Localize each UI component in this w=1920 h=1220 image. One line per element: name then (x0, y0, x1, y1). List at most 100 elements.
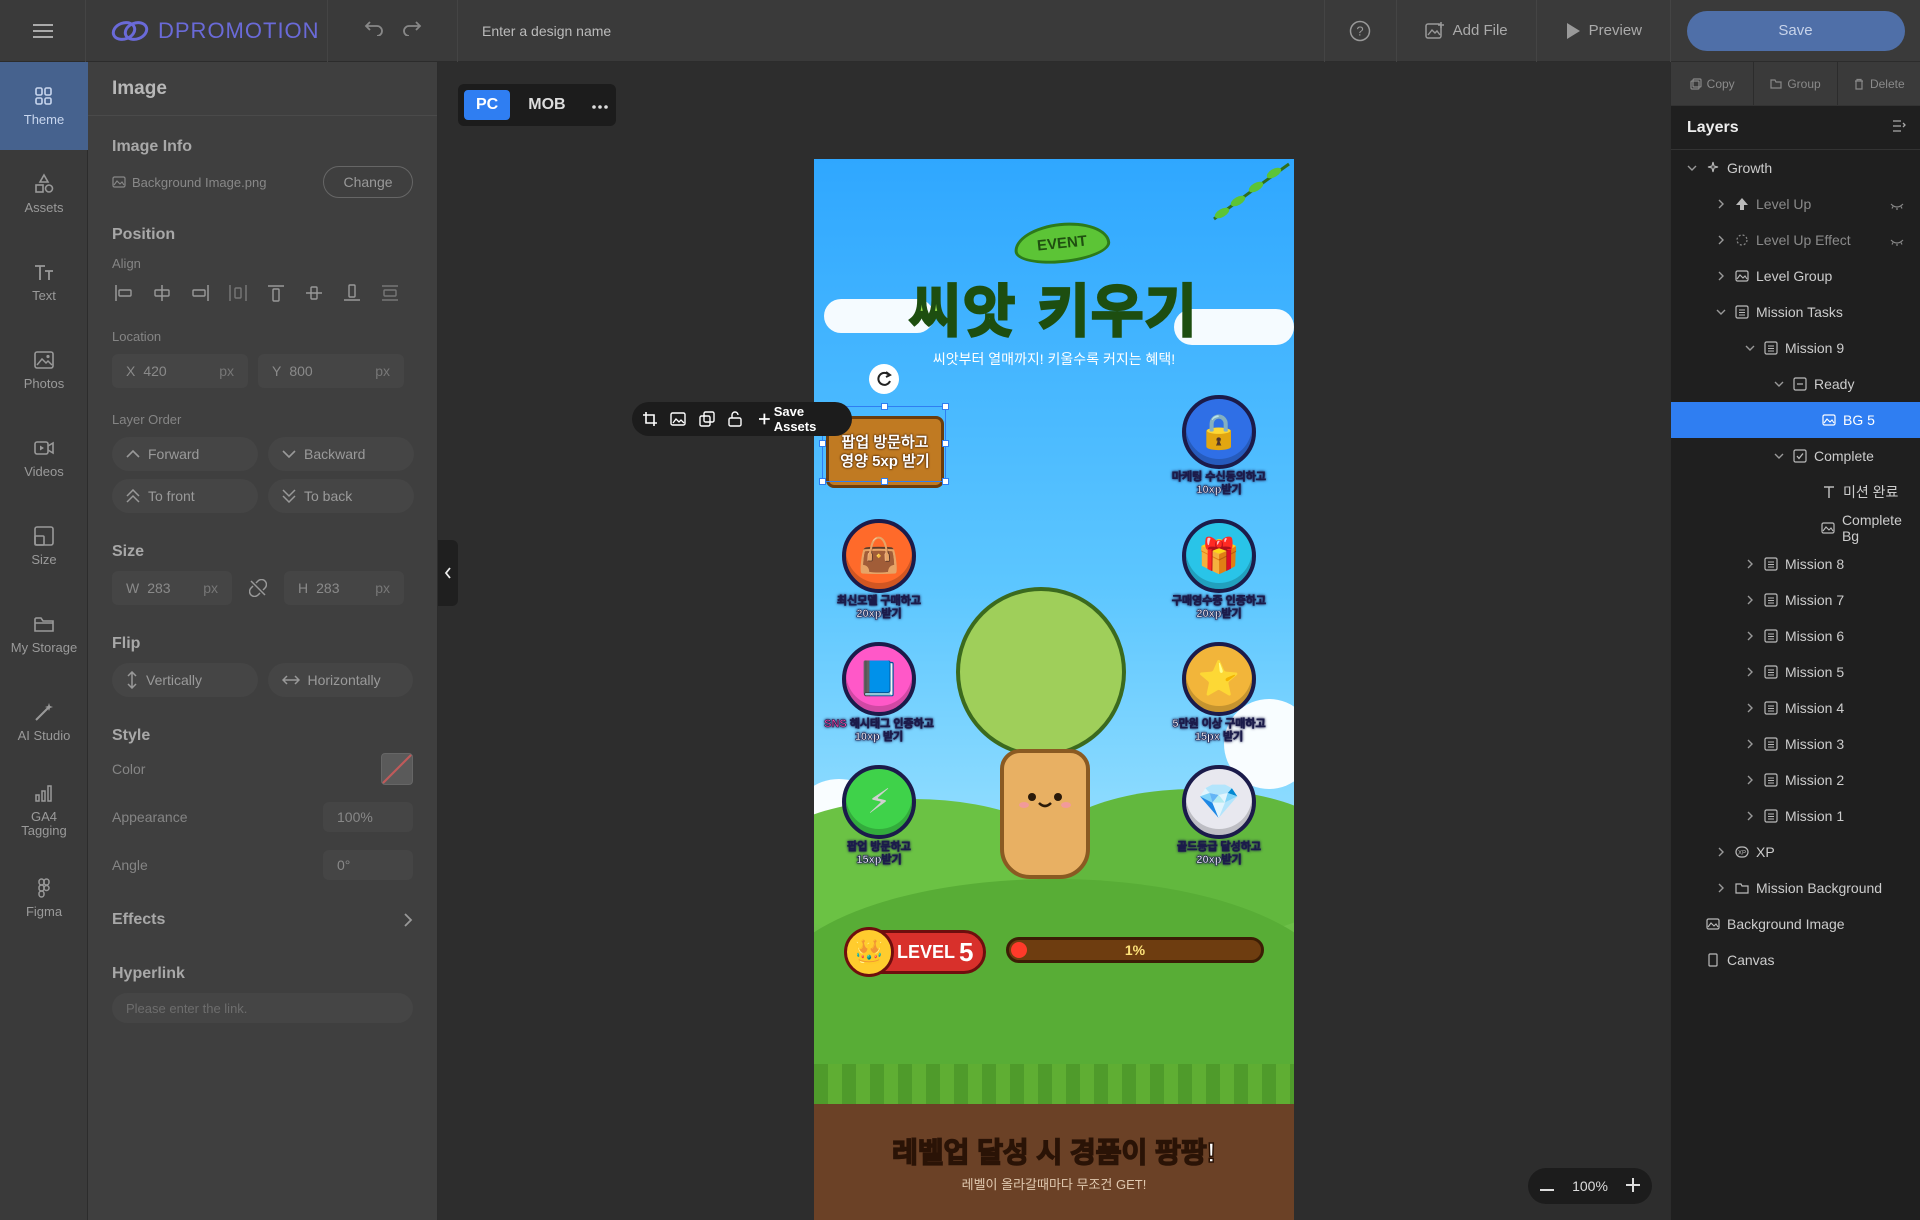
rail-item-videos[interactable]: Videos (0, 414, 88, 502)
layer-row[interactable]: Mission Tasks (1671, 294, 1920, 330)
chevron-down-icon[interactable] (1772, 381, 1786, 387)
delete-layer-button[interactable]: Delete (1838, 62, 1920, 105)
chevron-right-icon[interactable] (1743, 667, 1757, 677)
color-swatch[interactable] (381, 753, 413, 785)
angle-input[interactable]: 0° (323, 850, 413, 880)
layer-row[interactable]: Mission 1 (1671, 798, 1920, 834)
flip-horizontal-button[interactable]: Horizontally (267, 663, 413, 697)
resize-handle[interactable] (942, 403, 949, 410)
chevron-right-icon[interactable] (1743, 595, 1757, 605)
design-name-input[interactable] (482, 22, 882, 39)
resize-handle[interactable] (819, 478, 826, 485)
lock-ratio-button[interactable] (242, 579, 274, 597)
mission-item[interactable]: ⭐ 5만원 이상 구매하고 15px 받기 (1164, 642, 1274, 744)
layer-row[interactable]: Mission 7 (1671, 582, 1920, 618)
zoom-in-button[interactable] (1626, 1177, 1640, 1195)
mission-item[interactable]: 👜 최신모델 구매하고 20xp받기 (824, 519, 934, 621)
hidden-eye-icon[interactable] (1890, 197, 1904, 213)
collapse-all-button[interactable] (1892, 119, 1906, 137)
chevron-right-icon[interactable] (1743, 703, 1757, 713)
layer-row[interactable]: Level Group (1671, 258, 1920, 294)
x-field[interactable]: X 420 px (112, 354, 248, 388)
resize-handle[interactable] (942, 478, 949, 485)
replace-image-button[interactable] (670, 410, 687, 428)
hamburger-menu-button[interactable] (0, 0, 86, 62)
mission-item[interactable]: 💎 골드등급 달성하고 20xp받기 (1164, 765, 1274, 867)
layer-row[interactable]: Background Image (1671, 906, 1920, 942)
y-field[interactable]: Y 800 px (258, 354, 404, 388)
rail-item-assets[interactable]: Assets (0, 150, 88, 238)
layer-row[interactable]: Mission Background (1671, 870, 1920, 906)
rail-item-text[interactable]: Text (0, 238, 88, 326)
chevron-right-icon[interactable] (1714, 235, 1728, 245)
preview-button[interactable]: Preview (1535, 0, 1670, 62)
to-front-button[interactable]: To front (112, 479, 258, 513)
layer-row[interactable]: Complete (1671, 438, 1920, 474)
chevron-right-icon[interactable] (1714, 883, 1728, 893)
chevron-right-icon[interactable] (1743, 559, 1757, 569)
device-mob-button[interactable]: MOB (516, 90, 577, 120)
chevron-down-icon[interactable] (1685, 165, 1699, 171)
align-bottom-button[interactable] (340, 281, 364, 305)
align-center-h-button[interactable] (150, 281, 174, 305)
layer-row[interactable]: Mission 6 (1671, 618, 1920, 654)
add-file-button[interactable]: Add File (1395, 0, 1536, 62)
layer-row[interactable]: Mission 2 (1671, 762, 1920, 798)
unlock-button[interactable] (727, 410, 743, 428)
layer-row[interactable]: Growth (1671, 150, 1920, 186)
resize-handle[interactable] (881, 478, 888, 485)
layer-row[interactable]: Level Up (1671, 186, 1920, 222)
align-right-button[interactable] (188, 281, 212, 305)
rail-item-size[interactable]: Size (0, 502, 88, 590)
layer-row[interactable]: Ready (1671, 366, 1920, 402)
layer-row[interactable]: 미션 완료 (1671, 474, 1920, 510)
resize-handle[interactable] (881, 403, 888, 410)
chevron-right-icon[interactable] (1714, 847, 1728, 857)
chevron-right-icon[interactable] (1743, 631, 1757, 641)
distribute-v-button[interactable] (378, 281, 402, 305)
mission-item[interactable]: 📘 SNS 해시태그 인증하고 10xp 받기 (824, 642, 934, 744)
layer-row[interactable]: BG 5 (1671, 402, 1920, 438)
layer-row[interactable]: XP XP (1671, 834, 1920, 870)
rail-item-photos[interactable]: Photos (0, 326, 88, 414)
chevron-right-icon[interactable] (1743, 739, 1757, 749)
layer-row[interactable]: Mission 3 (1671, 726, 1920, 762)
layer-row[interactable]: Level Up Effect (1671, 222, 1920, 258)
hyperlink-input[interactable]: Please enter the link. (112, 993, 413, 1023)
resize-handle[interactable] (942, 440, 949, 447)
more-options-button[interactable] (591, 96, 608, 114)
align-top-button[interactable] (264, 281, 288, 305)
redo-button[interactable] (402, 20, 422, 41)
rail-item-theme[interactable]: Theme (0, 62, 88, 150)
change-image-button[interactable]: Change (323, 166, 413, 198)
rail-item-ai-studio[interactable]: AI Studio (0, 678, 88, 766)
chevron-down-icon[interactable] (1714, 309, 1728, 315)
duplicate-button[interactable] (698, 410, 715, 428)
help-button[interactable]: ? (1323, 0, 1396, 62)
crop-button[interactable] (642, 410, 658, 428)
rotate-handle[interactable] (869, 364, 899, 394)
save-assets-button[interactable]: Save Assets (758, 404, 842, 434)
chevron-down-icon[interactable] (1743, 345, 1757, 351)
chevron-right-icon[interactable] (1743, 775, 1757, 785)
mission-item[interactable]: 🔒 마케팅 수신동의하고 10xp받기 (1164, 395, 1274, 497)
layer-row[interactable]: Mission 8 (1671, 546, 1920, 582)
resize-handle[interactable] (819, 440, 826, 447)
effects-section[interactable]: Effects (88, 911, 437, 929)
rail-item-ga4-tagging[interactable]: GA4 Tagging (0, 766, 88, 854)
layer-row[interactable]: Mission 4 (1671, 690, 1920, 726)
hidden-eye-icon[interactable] (1890, 233, 1904, 249)
height-field[interactable]: H 283 px (284, 571, 404, 605)
zoom-out-button[interactable] (1540, 1178, 1554, 1194)
flip-vertical-button[interactable]: Vertically (112, 663, 258, 697)
device-pc-button[interactable]: PC (464, 90, 511, 120)
backward-button[interactable]: Backward (268, 437, 414, 471)
appearance-input[interactable]: 100% (323, 802, 413, 832)
align-left-button[interactable] (112, 281, 136, 305)
layer-row[interactable]: Canvas (1671, 942, 1920, 978)
width-field[interactable]: W 283 px (112, 571, 232, 605)
chevron-right-icon[interactable] (1743, 811, 1757, 821)
collapse-panel-button[interactable] (438, 540, 458, 606)
save-button[interactable]: Save (1686, 10, 1905, 51)
mission-item[interactable]: ⚡ 팝업 방문하고 15xp받기 (824, 765, 934, 867)
